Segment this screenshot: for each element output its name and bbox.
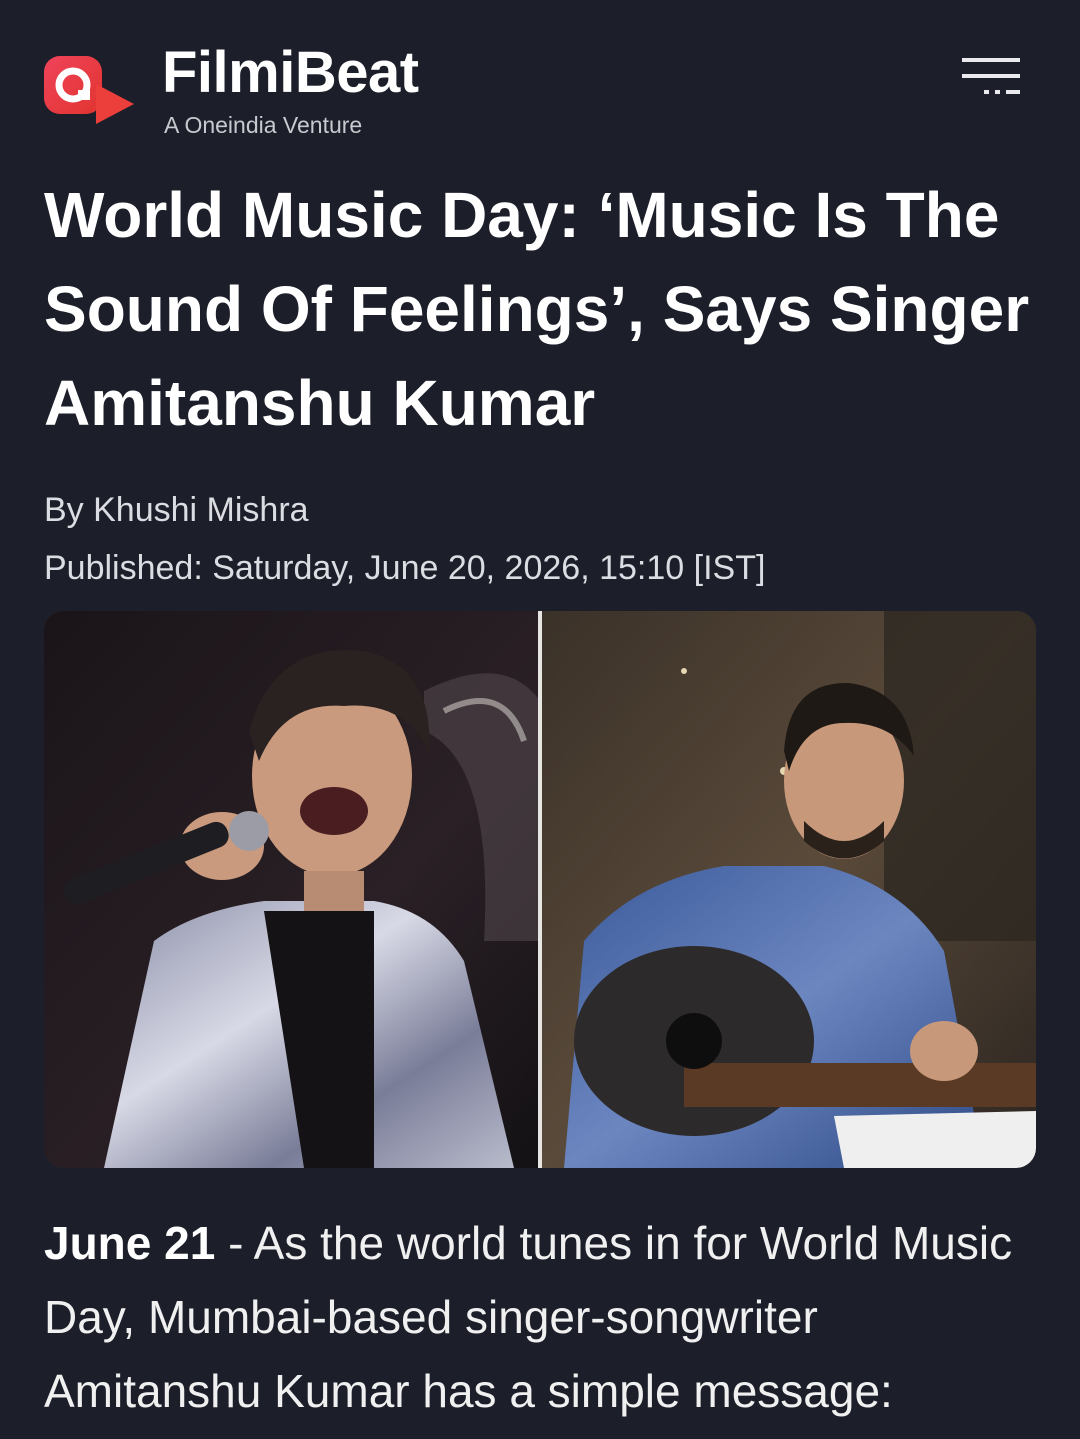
site-header: FilmiBeat A Oneindia Venture (0, 0, 1080, 150)
hamburger-menu-icon[interactable] (960, 54, 1024, 98)
article-hero-image (44, 611, 1036, 1168)
brand-name[interactable]: FilmiBeat (162, 40, 419, 106)
article-published-date: Published: Saturday, June 20, 2026, 15:1… (44, 549, 766, 587)
brand-tagline: A Oneindia Venture (164, 112, 363, 138)
article-body-paragraph: June 21 - As the world tunes in for Worl… (44, 1206, 1044, 1428)
article-byline[interactable]: By Khushi Mishra (44, 486, 309, 534)
dateline-separator: - (215, 1217, 254, 1269)
article-headline: World Music Day: ‘Music Is The Sound Of … (44, 179, 1030, 439)
filmibeat-logo-icon[interactable] (42, 52, 138, 128)
article-dateline: June 21 (44, 1217, 216, 1269)
